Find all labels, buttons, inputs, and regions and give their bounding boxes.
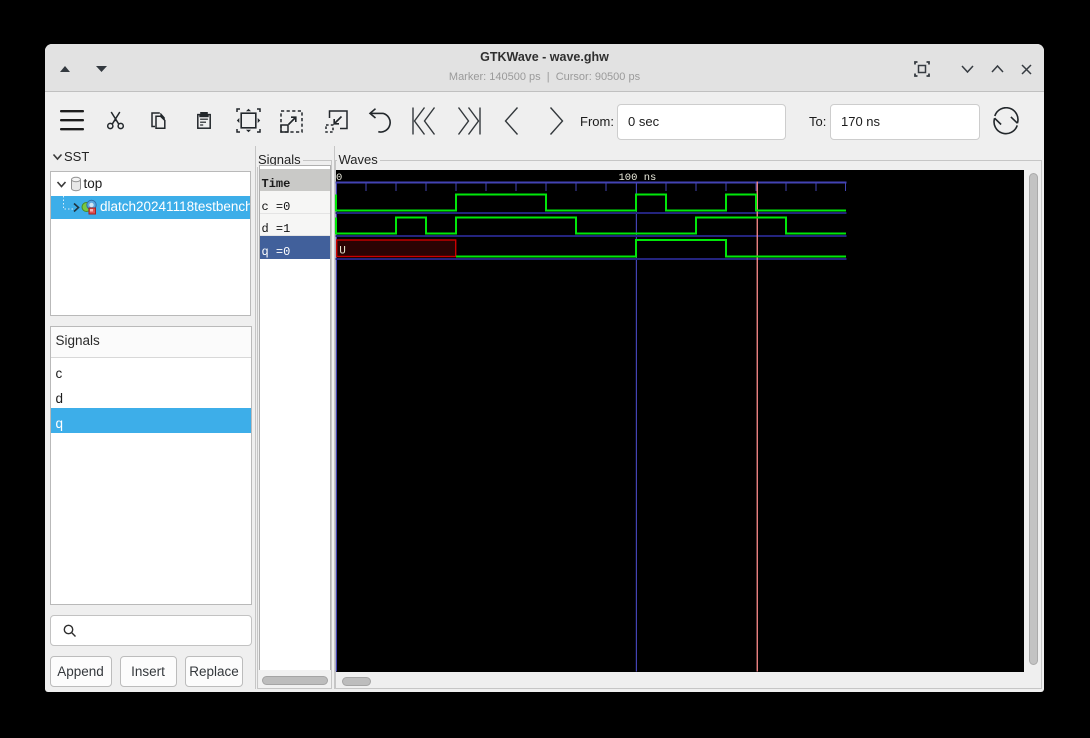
svg-text:U: U bbox=[339, 246, 346, 258]
